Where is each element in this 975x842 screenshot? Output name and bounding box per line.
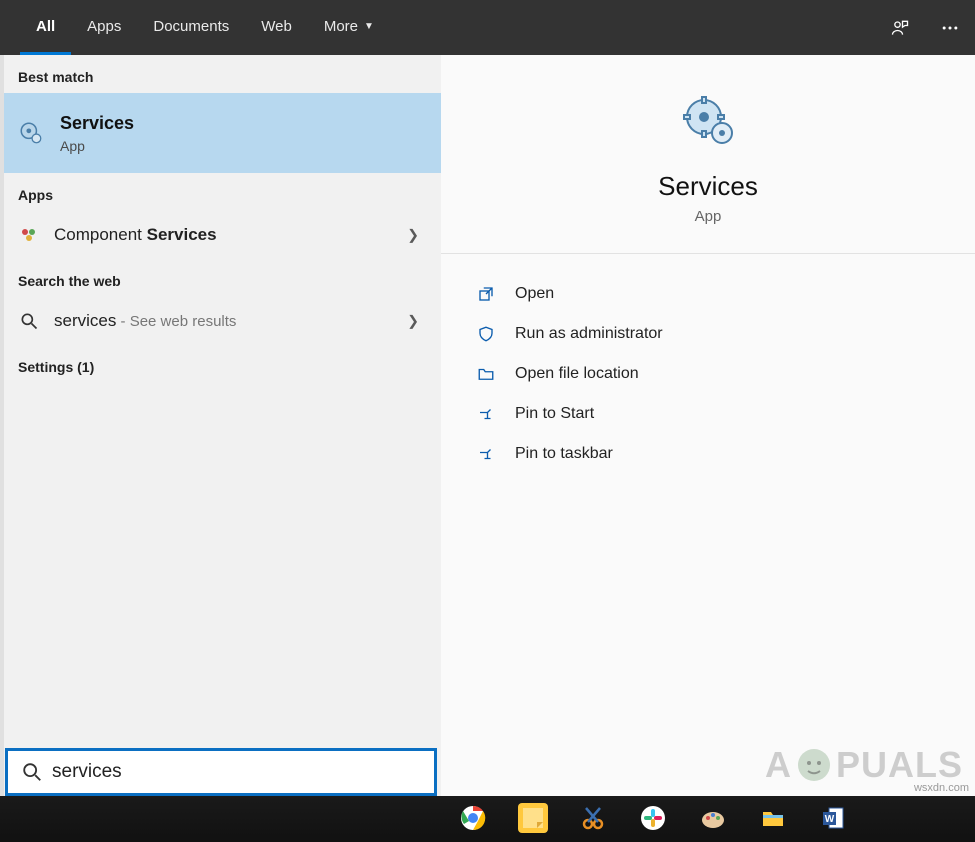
folder-icon <box>475 363 497 385</box>
web-result-services[interactable]: services - See web results ❯ <box>0 297 441 345</box>
best-match-title: Services <box>60 112 134 135</box>
snip-icon <box>578 803 608 833</box>
action-run-as-administrator[interactable]: Run as administrator <box>469 314 959 354</box>
services-icon <box>18 120 44 146</box>
credit-text: wsxdn.com <box>914 782 969 794</box>
action-label: Pin to Start <box>515 405 594 423</box>
watermark-suffix: PUALS <box>836 744 963 786</box>
more-icon[interactable] <box>925 0 975 55</box>
action-label: Open <box>515 285 554 303</box>
best-match-item[interactable]: Services App <box>0 93 441 173</box>
app-result-component-services[interactable]: Component Services ❯ <box>0 211 441 259</box>
web-result-label: services - See web results <box>54 311 236 331</box>
tab-apps[interactable]: Apps <box>71 0 137 55</box>
best-match-header: Best match <box>0 55 441 93</box>
preview-title: Services <box>658 171 758 202</box>
taskbar-file-explorer[interactable] <box>748 799 798 839</box>
web-header: Search the web <box>0 259 441 297</box>
tab-label: All <box>36 18 55 35</box>
tab-label: Web <box>261 18 292 35</box>
taskbar-paint[interactable] <box>688 799 738 839</box>
tab-web[interactable]: Web <box>245 0 308 55</box>
shield-icon <box>475 323 497 345</box>
apps-header: Apps <box>0 173 441 211</box>
action-open[interactable]: Open <box>469 274 959 314</box>
app-result-label: Component Services <box>54 225 217 245</box>
tab-label: Apps <box>87 18 121 35</box>
file-explorer-icon <box>758 803 788 833</box>
action-label: Run as administrator <box>515 325 663 343</box>
watermark-prefix: A <box>765 744 792 786</box>
label-bold: Services <box>147 225 217 244</box>
taskbar-sticky-notes[interactable] <box>508 799 558 839</box>
action-open-file-location[interactable]: Open file location <box>469 354 959 394</box>
search-icon <box>20 760 44 784</box>
chevron-right-icon[interactable]: ❯ <box>407 313 419 330</box>
tab-more[interactable]: More ▼ <box>308 0 390 55</box>
action-pin-to-taskbar[interactable]: Pin to taskbar <box>469 434 959 474</box>
action-label: Open file location <box>515 365 639 383</box>
search-header: All Apps Documents Web More ▼ <box>0 0 975 55</box>
tab-all[interactable]: All <box>20 0 71 55</box>
chevron-down-icon: ▼ <box>364 21 374 32</box>
mascot-icon <box>794 745 834 785</box>
pin-icon <box>475 403 497 425</box>
sticky-notes-icon <box>518 803 548 833</box>
search-box[interactable] <box>5 748 437 796</box>
tab-documents[interactable]: Documents <box>137 0 245 55</box>
component-services-icon <box>18 224 40 246</box>
tab-label: Documents <box>153 18 229 35</box>
paint-icon <box>698 803 728 833</box>
taskbar-snip[interactable] <box>568 799 618 839</box>
best-match-subtitle: App <box>60 138 134 154</box>
taskbar-word[interactable]: W <box>808 799 858 839</box>
taskbar-chrome[interactable] <box>448 799 498 839</box>
word-icon: W <box>818 803 848 833</box>
svg-text:W: W <box>825 814 835 825</box>
action-label: Pin to taskbar <box>515 445 613 463</box>
preview-pane: Services App Open Run as administrator <box>441 55 975 842</box>
web-query: services <box>54 311 116 330</box>
chrome-icon <box>458 803 488 833</box>
settings-header[interactable]: Settings (1) <box>0 345 441 383</box>
pin-icon <box>475 443 497 465</box>
preview-header: Services App <box>441 55 975 254</box>
watermark: A PUALS <box>765 744 963 786</box>
label-prefix: Component <box>54 225 147 244</box>
open-icon <box>475 283 497 305</box>
tab-label: More <box>324 18 358 35</box>
search-input[interactable] <box>44 761 426 783</box>
header-tabs: All Apps Documents Web More ▼ <box>20 0 390 55</box>
services-large-icon <box>676 95 740 147</box>
slack-icon <box>638 803 668 833</box>
preview-subtitle: App <box>695 208 722 225</box>
chevron-right-icon[interactable]: ❯ <box>407 227 419 244</box>
action-pin-to-start[interactable]: Pin to Start <box>469 394 959 434</box>
taskbar: W <box>0 796 975 842</box>
results-pane: Best match Services App Apps <box>0 55 441 842</box>
search-icon <box>18 310 40 332</box>
web-suffix: - See web results <box>116 313 236 330</box>
person-feedback-icon[interactable] <box>875 0 925 55</box>
taskbar-slack[interactable] <box>628 799 678 839</box>
